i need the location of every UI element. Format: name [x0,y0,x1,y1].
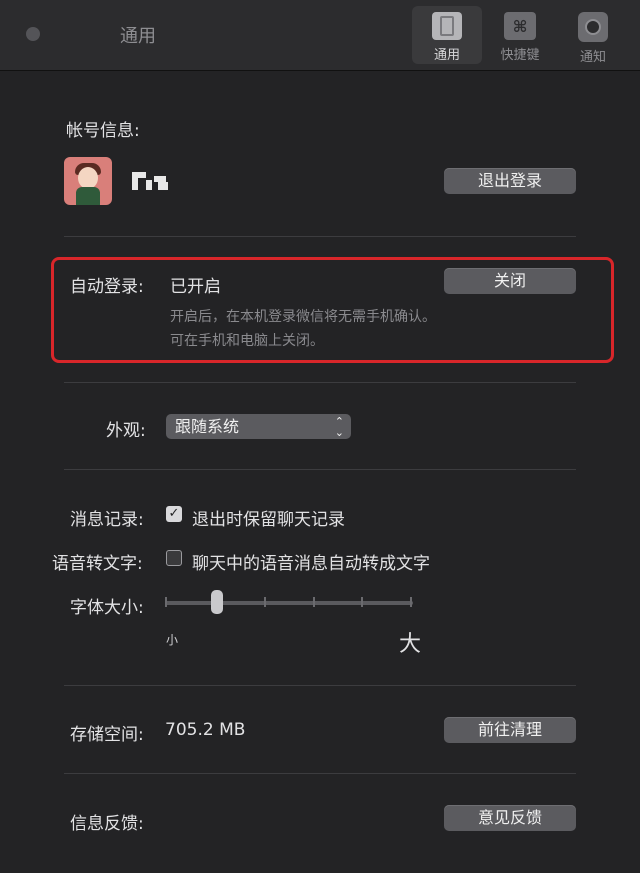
voice-to-text-option-label: 聊天中的语音消息自动转成文字 [192,554,430,574]
divider [64,236,576,237]
voice-to-text-checkbox[interactable] [166,550,182,566]
select-arrows-icon: ⌃ ⌄ [334,415,344,439]
storage-label: 存储空间: [70,725,144,745]
tab-general[interactable]: 通用 [412,6,482,64]
command-key-icon: ⌘ [504,12,536,40]
close-window-button[interactable] [26,27,40,41]
font-size-label: 字体大小: [70,598,144,618]
keep-chat-history-label: 退出时保留聊天记录 [192,510,345,530]
clean-storage-button[interactable]: 前往清理 [444,717,576,743]
slider-tick [313,597,315,607]
notification-icon [578,12,608,42]
appearance-select[interactable]: 跟随系统 ⌃ ⌄ [166,414,351,439]
divider [64,382,576,383]
keep-chat-history-checkbox[interactable]: ✓ [166,506,182,522]
divider [64,773,576,774]
logout-button[interactable]: 退出登录 [444,168,576,194]
feedback-button[interactable]: 意见反馈 [444,805,576,831]
appearance-selected-value: 跟随系统 [175,417,240,436]
divider [64,469,576,470]
settings-window: 通用 通用 ⌘ 快捷键 通知 帐号信息: 退出登录 自动登录: 已开启 关闭 开… [0,0,640,873]
divider [64,685,576,686]
font-size-slider-knob[interactable] [211,590,223,614]
feedback-label: 信息反馈: [70,814,144,834]
font-size-large-label: 大 [399,632,422,657]
appearance-label: 外观: [106,421,146,441]
voice-to-text-label: 语音转文字: [52,554,143,574]
account-info-label: 帐号信息: [66,121,140,141]
avatar [64,157,112,205]
message-record-label: 消息记录: [70,510,144,530]
tab-shortcuts[interactable]: ⌘ 快捷键 [485,6,555,64]
tab-shortcuts-label: 快捷键 [500,48,540,63]
tab-notifications[interactable]: 通知 [558,6,628,65]
slider-tick [410,597,412,607]
auto-login-highlight-box [51,257,614,363]
window-title: 通用 [120,26,156,47]
general-switch-icon [432,12,462,40]
title-bar: 通用 通用 ⌘ 快捷键 通知 [0,0,640,71]
storage-value: 705.2 MB [165,720,246,740]
slider-tick [264,597,266,607]
font-size-small-label: 小 [166,633,179,647]
font-size-slider[interactable] [165,601,413,605]
tab-general-label: 通用 [433,48,460,63]
slider-tick [361,597,363,607]
tab-notifications-label: 通知 [579,50,606,65]
slider-tick [165,597,167,607]
